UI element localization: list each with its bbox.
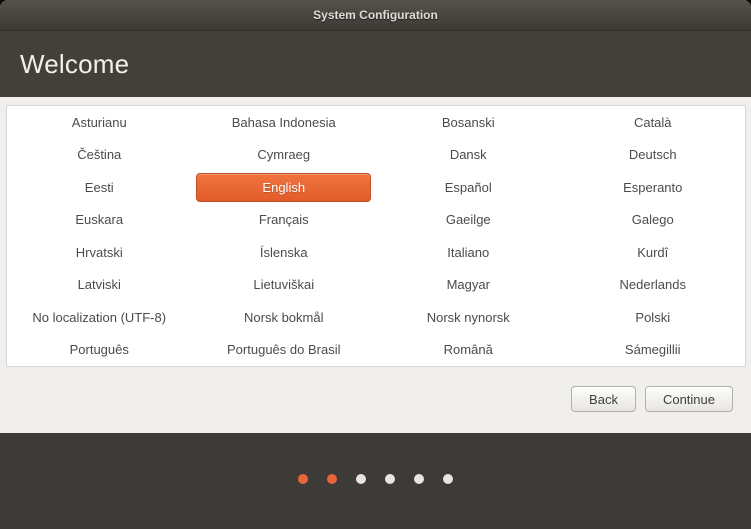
footer-bar xyxy=(0,433,751,529)
language-item[interactable]: Nederlands xyxy=(620,277,687,292)
language-item[interactable]: Bahasa Indonesia xyxy=(232,115,336,130)
language-item[interactable]: Eesti xyxy=(85,180,114,195)
language-item[interactable]: Galego xyxy=(632,212,674,227)
page-title: Welcome xyxy=(20,49,129,80)
language-item[interactable]: Français xyxy=(259,212,309,227)
language-item[interactable]: Română xyxy=(444,342,493,357)
language-item[interactable]: Hrvatski xyxy=(76,245,123,260)
language-item[interactable]: Kurdî xyxy=(637,245,668,260)
language-item[interactable]: Magyar xyxy=(447,277,490,292)
language-item[interactable]: Català xyxy=(634,115,672,130)
language-item[interactable]: Sámegillii xyxy=(625,342,681,357)
progress-dot xyxy=(443,474,453,484)
language-item[interactable]: Euskara xyxy=(75,212,123,227)
back-button[interactable]: Back xyxy=(571,386,636,412)
language-item[interactable]: Esperanto xyxy=(623,180,682,195)
main-content: Asturianu Bahasa Indonesia Bosanski Català Č… xyxy=(0,97,751,433)
language-item[interactable]: Dansk xyxy=(450,147,487,162)
language-item[interactable]: Deutsch xyxy=(629,147,677,162)
language-item[interactable]: Bosanski xyxy=(442,115,495,130)
language-item[interactable]: Polski xyxy=(635,310,670,325)
language-item[interactable]: Español xyxy=(445,180,492,195)
progress-dot-active xyxy=(298,474,308,484)
welcome-header: Welcome xyxy=(0,31,751,97)
language-item[interactable]: No localization (UTF-8) xyxy=(32,310,166,325)
progress-dot-active xyxy=(327,474,337,484)
window-title: System Configuration xyxy=(313,8,438,22)
continue-button[interactable]: Continue xyxy=(645,386,733,412)
language-item[interactable]: Íslenska xyxy=(260,245,308,260)
language-grid: Asturianu Bahasa Indonesia Bosanski Català Č… xyxy=(7,106,745,366)
language-panel: Asturianu Bahasa Indonesia Bosanski Català Č… xyxy=(6,105,746,367)
language-item[interactable]: Português do Brasil xyxy=(227,342,340,357)
language-item[interactable]: Gaeilge xyxy=(446,212,491,227)
language-item[interactable]: Lietuviškai xyxy=(253,277,314,292)
progress-dot xyxy=(385,474,395,484)
language-item[interactable]: Čeština xyxy=(77,147,121,162)
language-item[interactable]: Italiano xyxy=(447,245,489,260)
progress-dots xyxy=(0,474,751,484)
titlebar[interactable]: System Configuration xyxy=(0,0,751,31)
language-item-selected[interactable]: English xyxy=(196,173,371,202)
language-item[interactable]: Asturianu xyxy=(72,115,127,130)
language-item[interactable]: Português xyxy=(70,342,129,357)
language-item[interactable]: Cymraeg xyxy=(257,147,310,162)
language-item[interactable]: Latviski xyxy=(78,277,121,292)
action-button-row: Back Continue xyxy=(571,386,733,412)
language-item[interactable]: Norsk nynorsk xyxy=(427,310,510,325)
language-item[interactable]: Norsk bokmål xyxy=(244,310,323,325)
progress-dot xyxy=(414,474,424,484)
progress-dot xyxy=(356,474,366,484)
system-configuration-window: System Configuration Welcome Asturianu Ba… xyxy=(0,0,751,529)
